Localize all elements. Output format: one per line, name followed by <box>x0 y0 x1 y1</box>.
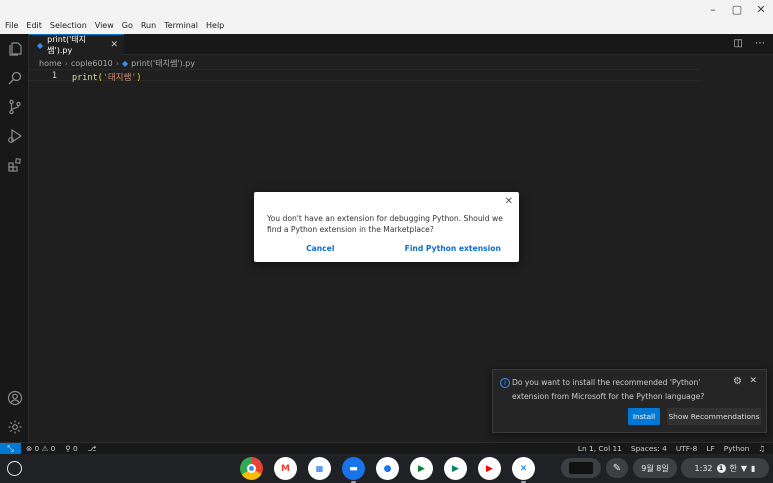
menu-run[interactable]: Run <box>140 21 157 30</box>
dialog-message: You don't have an extension for debuggin… <box>267 214 503 234</box>
chevron-right-icon: › <box>115 58 119 68</box>
encoding[interactable]: UTF-8 <box>676 444 698 453</box>
line-ending[interactable]: LF <box>706 444 714 453</box>
chrome-icon[interactable] <box>240 457 263 480</box>
live-share-icon[interactable]: ⎇ <box>88 444 97 453</box>
wifi-icon: ▼ <box>740 463 748 473</box>
menu-terminal[interactable]: Terminal <box>163 21 199 30</box>
launcher-icon[interactable] <box>7 461 22 476</box>
code-paren-close: ) <box>136 73 142 83</box>
current-line: 1 print('태지쌤') <box>29 69 699 83</box>
gmail-icon[interactable]: M <box>274 457 297 480</box>
debug-extension-dialog: ✕ You don't have an extension for debugg… <box>254 192 519 262</box>
menu-view[interactable]: View <box>94 21 115 30</box>
tab-actions: ◫ ⋯ <box>734 38 765 49</box>
play-store-icon[interactable]: ▶ <box>444 457 467 480</box>
ime-indicator: 한 <box>729 463 737 473</box>
search-icon[interactable] <box>6 69 23 86</box>
menu-selection[interactable]: Selection <box>49 21 88 30</box>
tab-label: print('태지쌤').py <box>47 35 86 55</box>
python-file-icon: ◆ <box>37 40 44 50</box>
recommendation-notification: i Do you want to install the recommended… <box>492 369 767 433</box>
cancel-button[interactable]: Cancel <box>254 244 387 253</box>
notification-count-badge: 1 <box>716 463 726 473</box>
menu-bar: File Edit Selection View Go Run Terminal… <box>4 21 225 30</box>
clock: 1:32 <box>694 463 713 473</box>
split-editor-icon[interactable]: ◫ <box>734 38 743 49</box>
minimize-button[interactable]: – <box>707 3 719 16</box>
more-actions-icon[interactable]: ⋯ <box>755 38 765 49</box>
breadcrumb-folder[interactable]: cople6010 <box>71 59 113 68</box>
stylus-pen-icon[interactable]: ✎ <box>606 458 628 478</box>
code-string: '태지쌤' <box>102 73 137 83</box>
explorer-icon[interactable] <box>6 40 23 57</box>
maximize-button[interactable]: ▢ <box>731 3 743 16</box>
python-file-icon: ◆ <box>121 58 129 68</box>
notification-gear-icon[interactable]: ⚙ <box>733 376 742 387</box>
language-mode[interactable]: Python <box>724 444 750 453</box>
breadcrumb: home › cople6010 › ◆ print('태지쌤').py <box>39 57 195 69</box>
code-function: print <box>72 73 98 83</box>
close-window-button[interactable]: ✕ <box>755 3 767 16</box>
extensions-icon[interactable] <box>6 156 23 173</box>
youtube-icon[interactable]: ▶ <box>478 457 501 480</box>
date-display[interactable]: 9월 8일 <box>633 458 677 478</box>
editor-tab[interactable]: ◆ print('태지쌤').py ✕ <box>29 34 124 55</box>
account-icon[interactable] <box>6 389 23 406</box>
menu-go[interactable]: Go <box>121 21 134 30</box>
menu-file[interactable]: File <box>4 21 19 30</box>
indentation[interactable]: Spaces: 4 <box>631 444 667 453</box>
vscode-icon[interactable]: ✕ <box>512 457 535 483</box>
install-button[interactable]: Install <box>628 408 660 425</box>
show-recommendations-button[interactable]: Show Recommendations <box>667 408 761 425</box>
breadcrumb-file[interactable]: print('태지쌤').py <box>131 58 195 69</box>
battery-icon: ▮ <box>751 463 756 473</box>
status-left: ⊗ 0 ⚠ 0 ⚲ 0 ⎇ <box>26 444 96 453</box>
files-icon[interactable]: ▬ <box>342 457 365 483</box>
os-shelf: M ▦ ▬ ● ▶ ▶ ▶ ✕ ✎ 9월 8일 1:32 1 한 ▼ ▮ <box>0 454 773 483</box>
dialog-buttons: Cancel Find Python extension <box>254 244 519 253</box>
ports-indicator[interactable]: ⚲ 0 <box>65 444 77 453</box>
code-line[interactable]: print('태지쌤') <box>72 71 142 83</box>
menu-help[interactable]: Help <box>205 21 225 30</box>
pinned-apps: M ▦ ▬ ● ▶ ▶ ▶ ✕ <box>240 457 535 483</box>
find-python-extension-button[interactable]: Find Python extension <box>387 244 520 253</box>
notification-close-icon[interactable]: ✕ <box>749 376 757 386</box>
notifications-bell-icon[interactable]: ♫ <box>758 444 765 453</box>
activity-bar <box>0 34 29 442</box>
chevron-right-icon: › <box>64 58 68 68</box>
meet-icon[interactable]: ▶ <box>410 457 433 480</box>
info-icon: i <box>500 378 510 388</box>
editor-tab-bar: ◆ print('태지쌤').py ✕ ◫ ⋯ <box>29 34 773 55</box>
notification-message: Do you want to install the recommended '… <box>512 378 705 401</box>
settings-gear-icon[interactable] <box>6 418 23 435</box>
menu-edit[interactable]: Edit <box>25 21 43 30</box>
chat-icon[interactable]: ● <box>376 457 399 480</box>
dialog-close-icon[interactable]: ✕ <box>505 196 513 207</box>
title-bar: – ▢ ✕ File Edit Selection View Go Run Te… <box>0 0 773 34</box>
tab-close-icon[interactable]: ✕ <box>110 40 118 50</box>
run-debug-icon[interactable] <box>6 127 23 144</box>
calendar-icon[interactable]: ▦ <box>308 457 331 480</box>
cursor-position[interactable]: Ln 1, Col 11 <box>578 444 622 453</box>
source-control-icon[interactable] <box>6 98 23 115</box>
status-right: Ln 1, Col 11 Spaces: 4 UTF-8 LF Python ♫ <box>578 444 765 453</box>
window-controls: – ▢ ✕ <box>707 3 767 16</box>
breadcrumb-home[interactable]: home <box>39 59 62 68</box>
status-tray[interactable]: 1:32 1 한 ▼ ▮ <box>681 458 769 478</box>
problems-indicator[interactable]: ⊗ 0 ⚠ 0 <box>26 444 55 453</box>
line-number: 1 <box>51 71 57 81</box>
status-bar: ⤡ ⊗ 0 ⚠ 0 ⚲ 0 ⎇ Ln 1, Col 11 Spaces: 4 U… <box>0 442 773 455</box>
window-thumbnail[interactable] <box>561 458 601 478</box>
